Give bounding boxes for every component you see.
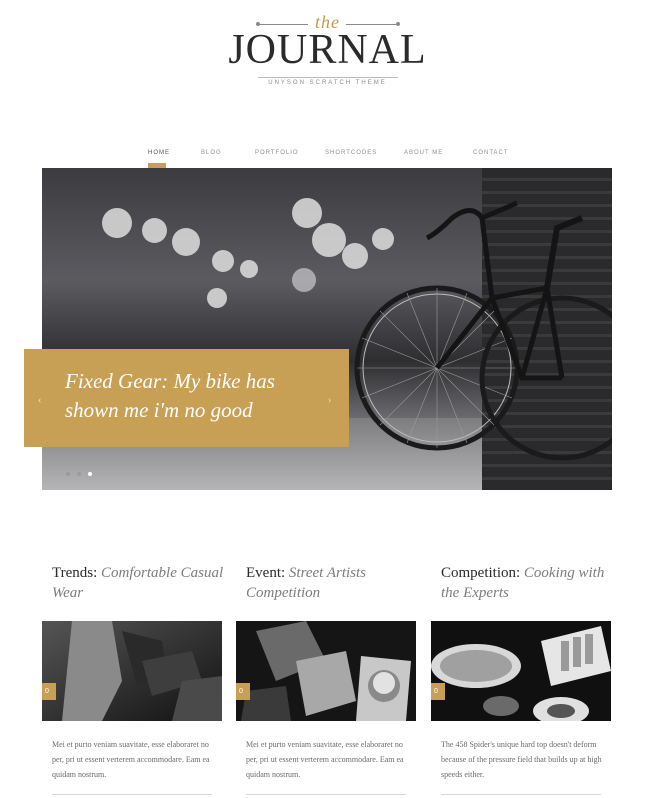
- post-card: Competition: Cooking with the Experts 0 …: [431, 563, 613, 782]
- chevron-left-icon[interactable]: ‹: [38, 395, 41, 406]
- post-thumbnail[interactable]: 0: [42, 621, 222, 721]
- post-card: Trends: Comfortable Casual Wear 0 Mei et…: [42, 563, 224, 782]
- slider-dot-active[interactable]: [88, 472, 92, 476]
- bicycle-illustration: [354, 200, 612, 461]
- post-title[interactable]: Event: Street Artists Competition: [246, 563, 418, 607]
- logo-tagline: UNYSON SCRATCH THEME: [268, 80, 387, 86]
- post-excerpt: The 458 Spider's unique hard top doesn't…: [441, 740, 602, 779]
- nav-item-portfolio[interactable]: PORTFOLIO: [255, 150, 299, 156]
- bokeh-light: [207, 288, 227, 308]
- slider-dot[interactable]: [77, 472, 81, 476]
- post-title[interactable]: Competition: Cooking with the Experts: [441, 563, 613, 607]
- bokeh-light: [292, 198, 322, 228]
- bokeh-light: [142, 218, 167, 243]
- post-image-cooking: [431, 621, 611, 721]
- nav-item-about-me[interactable]: ABOUT ME: [404, 150, 443, 156]
- post-divider: [246, 794, 406, 795]
- site-logo[interactable]: the JOURNAL UNYSON SCRATCH THEME: [0, 0, 655, 100]
- hero-caption[interactable]: Fixed Gear: My bike has shown me i'm no …: [24, 349, 349, 447]
- bokeh-light: [240, 260, 258, 278]
- post-excerpt: Mei et purto veniam suavitate, esse elab…: [52, 740, 210, 779]
- nav-item-shortcodes[interactable]: SHORTCODES: [325, 150, 377, 156]
- slider-pagination: [66, 463, 99, 481]
- post-divider: [441, 794, 601, 795]
- nav-item-blog[interactable]: BLOG: [201, 150, 222, 156]
- post-thumbnail[interactable]: 0: [431, 621, 611, 721]
- comment-count-badge[interactable]: 0: [236, 683, 250, 700]
- nav-item-home[interactable]: HOME: [148, 150, 170, 156]
- nav-item-contact[interactable]: CONTACT: [473, 150, 509, 156]
- post-category[interactable]: Competition:: [441, 565, 520, 581]
- bokeh-light: [312, 223, 346, 257]
- bokeh-light: [172, 228, 200, 256]
- main-nav: HOME BLOG PORTFOLIO SHORTCODES ABOUT ME …: [140, 144, 540, 169]
- post-title[interactable]: Trends: Comfortable Casual Wear: [52, 563, 224, 607]
- logo-underline: [258, 77, 398, 78]
- post-image-street-art: [236, 621, 416, 721]
- chevron-right-icon[interactable]: ›: [328, 395, 331, 406]
- hero-title[interactable]: Fixed Gear: My bike has shown me i'm no …: [65, 367, 315, 425]
- post-divider: [52, 794, 212, 795]
- bokeh-light: [212, 250, 234, 272]
- post-thumbnail[interactable]: 0: [236, 621, 416, 721]
- post-category[interactable]: Event:: [246, 565, 285, 581]
- bokeh-light: [292, 268, 316, 292]
- post-image-fashion: [42, 621, 222, 721]
- logo-wordmark: JOURNAL: [228, 27, 427, 73]
- logo-divider-right: [346, 24, 398, 25]
- comment-count-badge[interactable]: 0: [42, 683, 56, 700]
- bokeh-light: [102, 208, 132, 238]
- slider-dot[interactable]: [66, 472, 70, 476]
- post-category[interactable]: Trends:: [52, 565, 97, 581]
- comment-count-badge[interactable]: 0: [431, 683, 445, 700]
- logo-dot-icon: [396, 22, 400, 26]
- post-excerpt: Mei et purto veniam suavitate, esse elab…: [246, 740, 404, 779]
- post-card: Event: Street Artists Competition 0 Mei …: [236, 563, 418, 782]
